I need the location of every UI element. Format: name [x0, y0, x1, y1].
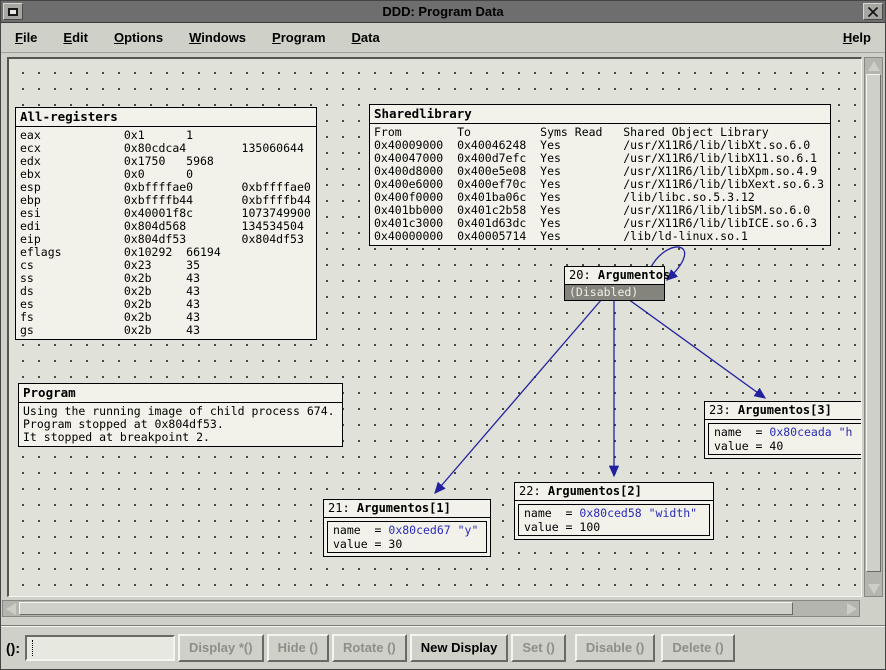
all-registers-rows: eax 0x1 1ecx 0x80cdca4 135060644edx 0x17…: [16, 127, 316, 339]
edge-20-23: [628, 299, 765, 398]
toolbar-button[interactable]: New Display: [410, 634, 509, 662]
argument-input[interactable]: [27, 637, 173, 659]
menu-help[interactable]: Help: [843, 30, 871, 45]
all-registers-title: All-registers: [16, 108, 316, 127]
library-row: 0x40000000 0x40005714 Yes /lib/ld-linux.…: [370, 230, 830, 243]
toolbar-buttons: Display *()Hide ()Rotate ()New DisplaySe…: [175, 634, 735, 662]
scroll-down-button[interactable]: [865, 581, 882, 596]
program-rows: Using the running image of child process…: [19, 403, 342, 446]
menubar: File Edit Options Windows Program Data H…: [1, 23, 885, 53]
sharedlibrary-rows: 0x40009000 0x40046248 Yes /usr/X11R6/lib…: [370, 139, 830, 243]
vertical-scrollbar[interactable]: [864, 57, 883, 597]
right-arrow-icon: [847, 603, 857, 615]
data-window: All-registers eax 0x1 1ecx 0x80cdca4 135…: [1, 53, 885, 627]
window-menu-icon: [8, 8, 18, 16]
argument-field-frame: [25, 635, 175, 661]
node-22-title: 22: Argumentos[2]: [515, 483, 713, 501]
close-icon: [867, 6, 879, 18]
node-field: name = 0x80ced58 "width": [524, 506, 704, 520]
titlebar: DDD: Program Data: [1, 1, 885, 23]
menu-file[interactable]: File: [15, 30, 37, 45]
node-22-fields: name = 0x80ced58 "width"value = 100: [518, 504, 710, 536]
scroll-right-button[interactable]: [844, 601, 859, 616]
node-21-title: 21: Argumentos[1]: [324, 500, 490, 518]
argument-prompt-label: ():: [6, 640, 20, 656]
down-arrow-icon: [868, 584, 880, 594]
node-field: value = 30: [333, 537, 481, 551]
scroll-left-button[interactable]: [3, 601, 18, 616]
vertical-scrollbar-thumb[interactable]: [866, 74, 881, 572]
ddd-window: { "theme": { "titlebar-bg": "#6e6e6e", "…: [0, 0, 886, 670]
menu-windows[interactable]: Windows: [189, 30, 246, 45]
toolbar-button[interactable]: Delete (): [661, 634, 734, 662]
menu-data[interactable]: Data: [352, 30, 380, 45]
display-toolbar: (): Display *()Hide ()Rotate ()New Displ…: [1, 625, 885, 669]
program-line: It stopped at breakpoint 2.: [19, 431, 342, 444]
node-field: value = 40: [714, 439, 862, 453]
node-23-title: 23: Argumentos[3]: [705, 402, 862, 420]
register-row: gs 0x2b 43: [16, 324, 316, 337]
vertical-scrollbar-trough[interactable]: [865, 73, 882, 581]
scroll-up-button[interactable]: [865, 58, 882, 73]
display-node-22[interactable]: 22: Argumentos[2] name = 0x80ced58 "widt…: [514, 482, 714, 540]
horizontal-scrollbar-trough[interactable]: [18, 601, 844, 616]
graph-canvas[interactable]: All-registers eax 0x1 1ecx 0x80cdca4 135…: [7, 57, 862, 597]
node-20-title: 20: Argumentos: [565, 267, 664, 285]
program-box[interactable]: Program Using the running image of child…: [18, 383, 343, 447]
horizontal-scrollbar[interactable]: [2, 600, 860, 617]
sharedlibrary-title: Sharedlibrary: [370, 105, 830, 124]
node-field: value = 100: [524, 520, 704, 534]
display-node-23[interactable]: 23: Argumentos[3] name = 0x80ceada "hval…: [704, 401, 862, 459]
program-title: Program: [19, 384, 342, 403]
toolbar-button[interactable]: Display *(): [178, 634, 264, 662]
toolbar-button[interactable]: Disable (): [575, 634, 656, 662]
all-registers-box[interactable]: All-registers eax 0x1 1ecx 0x80cdca4 135…: [15, 107, 317, 340]
window-title: DDD: Program Data: [27, 4, 859, 19]
close-button[interactable]: [863, 3, 883, 20]
edge-20-21: [435, 299, 602, 493]
node-21-fields: name = 0x80ced67 "y"value = 30: [327, 521, 487, 553]
node-field: name = 0x80ced67 "y": [333, 523, 481, 537]
toolbar-button[interactable]: Hide (): [267, 634, 329, 662]
up-arrow-icon: [868, 61, 880, 71]
display-node-21[interactable]: 21: Argumentos[1] name = 0x80ced67 "y"va…: [323, 499, 491, 557]
node-23-fields: name = 0x80ceada "hvalue = 40: [708, 423, 862, 455]
left-arrow-icon: [6, 603, 16, 615]
menu-program[interactable]: Program: [272, 30, 325, 45]
menu-options[interactable]: Options: [114, 30, 163, 45]
node-field: name = 0x80ceada "h: [714, 425, 862, 439]
toolbar-button[interactable]: Rotate (): [332, 634, 407, 662]
display-node-20[interactable]: 20: Argumentos (Disabled): [564, 266, 665, 301]
menu-edit[interactable]: Edit: [63, 30, 88, 45]
toolbar-button[interactable]: Set (): [511, 634, 566, 662]
horizontal-scrollbar-thumb[interactable]: [19, 602, 793, 615]
window-menu-button[interactable]: [3, 3, 23, 20]
text-caret: [32, 640, 33, 656]
sharedlibrary-box[interactable]: Sharedlibrary From To Syms Read Shared O…: [369, 104, 831, 246]
node-20-status: (Disabled): [565, 285, 664, 300]
